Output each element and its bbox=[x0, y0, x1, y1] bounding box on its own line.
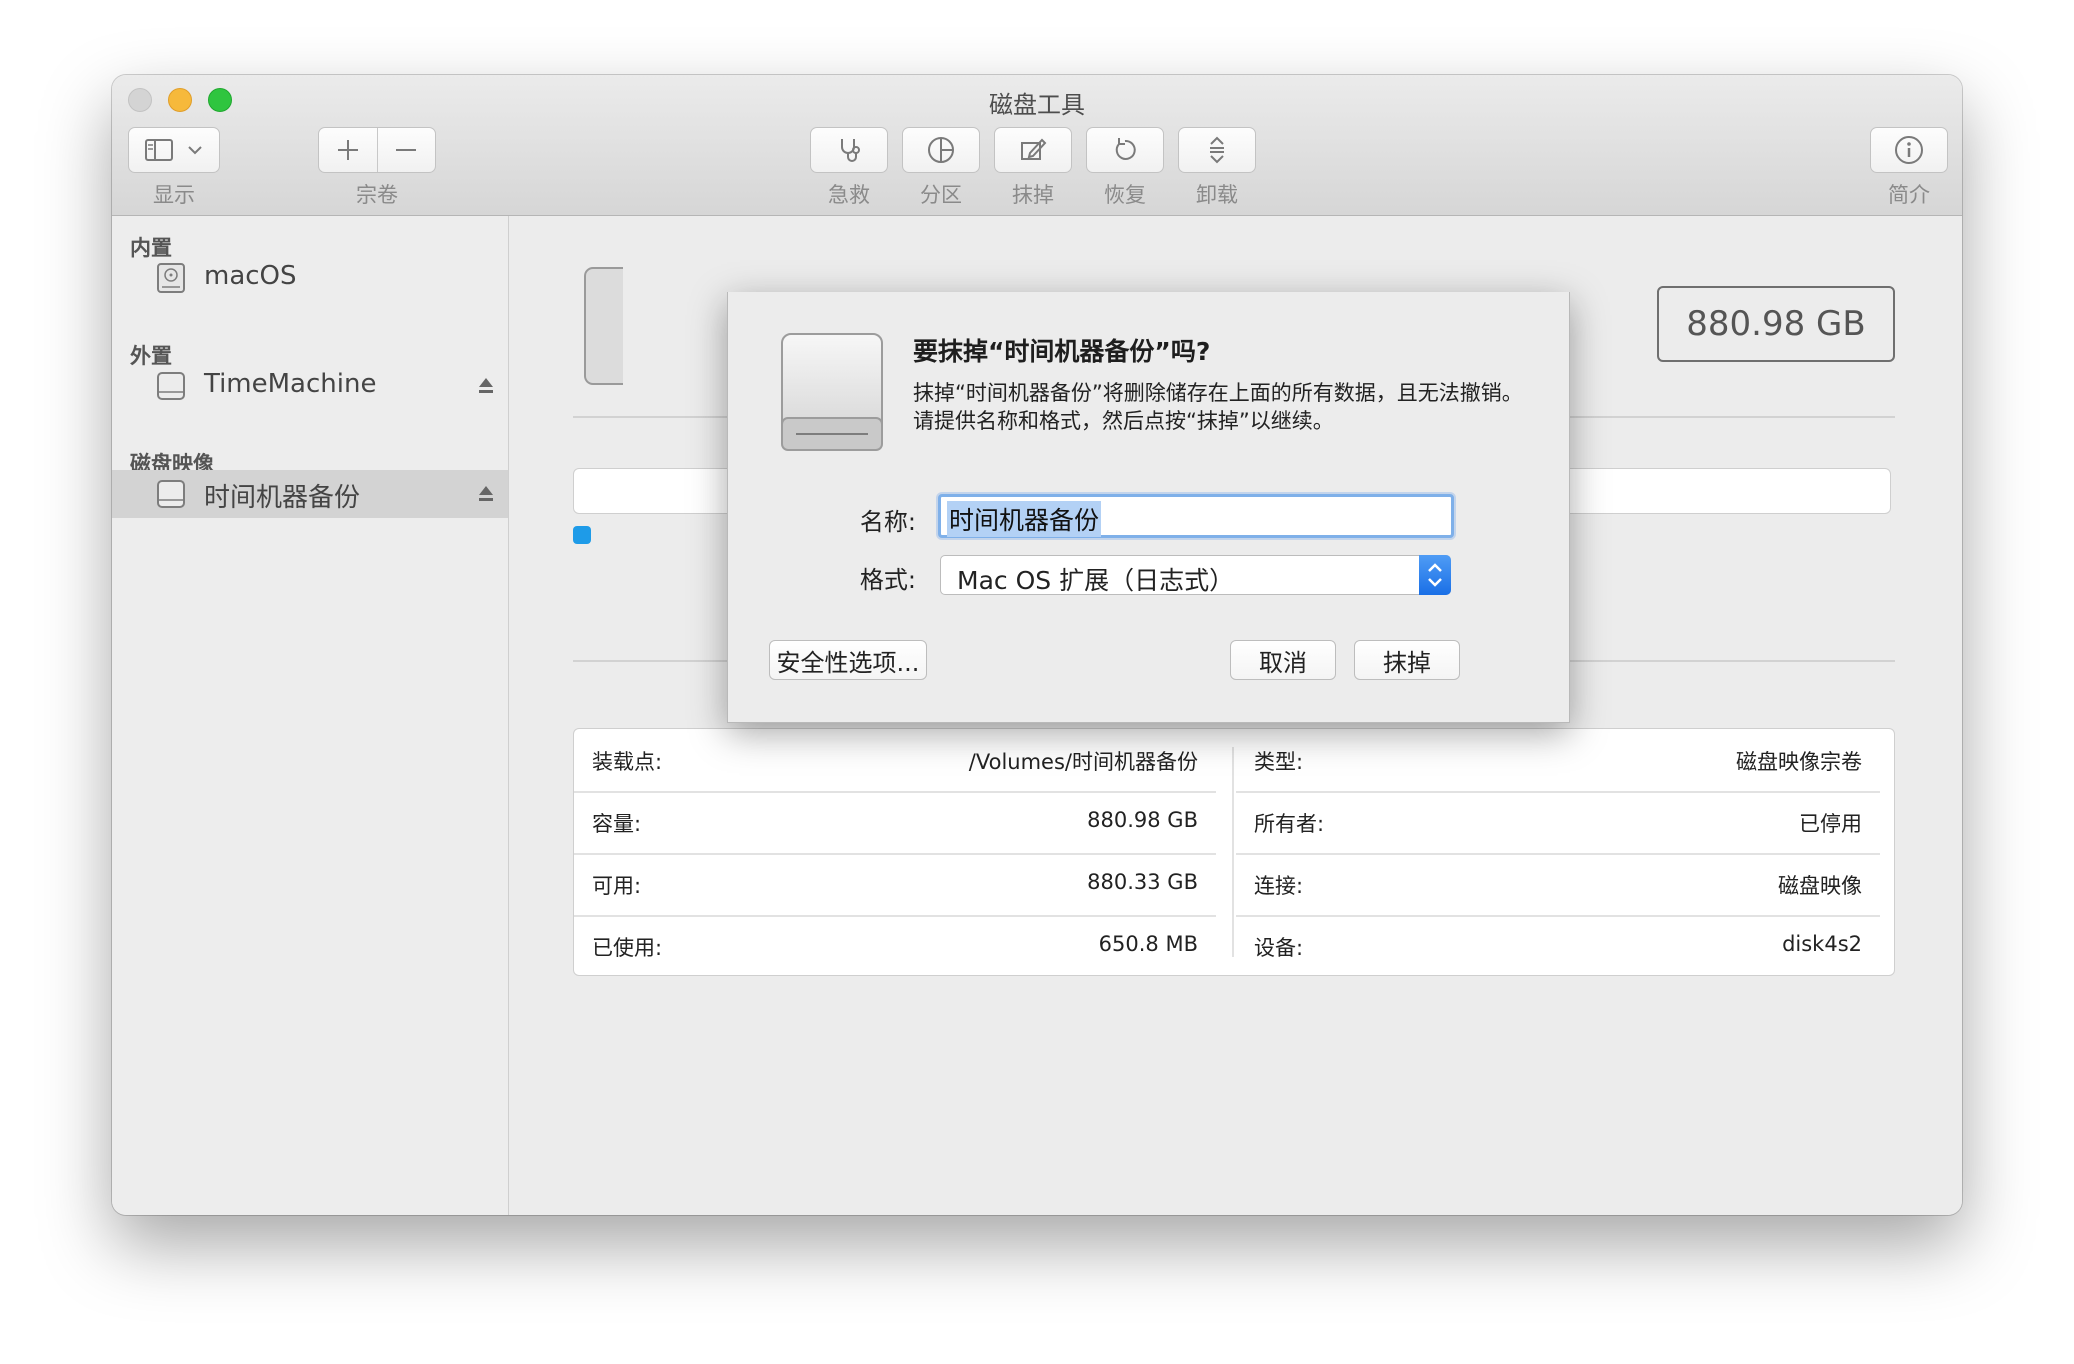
volume-large-icon bbox=[584, 267, 623, 385]
erase-label: 抹掉 bbox=[1012, 183, 1054, 207]
dialog-title: 要抹掉“时间机器备份”吗? bbox=[913, 337, 1211, 366]
external-disk-icon bbox=[157, 480, 185, 508]
sidebar: 内置 macOS 外置 TimeMachine 磁盘映像 时间机器备份 bbox=[112, 216, 509, 1215]
info-row: 设备: disk4s2 bbox=[1236, 915, 1880, 977]
remove-volume-button[interactable] bbox=[378, 128, 436, 172]
info-key: 所有者: bbox=[1254, 812, 1325, 836]
pencil-icon bbox=[1021, 138, 1047, 160]
restore-button[interactable] bbox=[1086, 127, 1164, 173]
view-button[interactable] bbox=[128, 127, 220, 173]
info-key: 类型: bbox=[1254, 750, 1304, 774]
sidebar-item-timemachine[interactable]: TimeMachine bbox=[112, 362, 508, 410]
restore-arrow-icon bbox=[1115, 138, 1136, 160]
disk-utility-window: 磁盘工具 显示 宗卷 急救 分区 抹掉 恢复 卸载 简介 内置 macOS 外置… bbox=[112, 75, 1962, 1215]
info-row: 连接: 磁盘映像 bbox=[1236, 853, 1880, 917]
info-key: 容量: bbox=[592, 812, 642, 836]
add-volume-button[interactable] bbox=[319, 128, 378, 172]
titlebar: 磁盘工具 显示 宗卷 急救 分区 抹掉 恢复 卸载 简介 bbox=[112, 75, 1962, 216]
info-key: 连接: bbox=[1254, 874, 1304, 898]
partition-label: 分区 bbox=[920, 183, 962, 207]
window-title: 磁盘工具 bbox=[989, 91, 1085, 119]
sidebar-item-macos[interactable]: macOS bbox=[112, 254, 508, 302]
cancel-button[interactable]: 取消 bbox=[1230, 640, 1336, 680]
info-value: disk4s2 bbox=[1782, 932, 1862, 956]
info-row: 已使用: 650.8 MB bbox=[574, 915, 1216, 977]
sidebar-item-label: 时间机器备份 bbox=[204, 483, 361, 513]
format-select-value: Mac OS 扩展（日志式） bbox=[957, 566, 1235, 595]
info-row: 类型: 磁盘映像宗卷 bbox=[1236, 729, 1880, 793]
view-label: 显示 bbox=[153, 183, 195, 207]
eject-icon[interactable] bbox=[478, 484, 494, 504]
first-aid-label: 急救 bbox=[828, 183, 870, 207]
eject-icon[interactable] bbox=[478, 376, 494, 396]
info-key: 可用: bbox=[592, 874, 642, 898]
format-label: 格式: bbox=[859, 566, 916, 594]
format-select[interactable]: Mac OS 扩展（日志式） bbox=[940, 555, 1451, 595]
sidebar-item-label: macOS bbox=[204, 261, 297, 291]
dialog-message: 抹掉“时间机器备份”将删除储存在上面的所有数据，且无法撤销。请提供名称和格式，然… bbox=[913, 381, 1523, 433]
info-label: 简介 bbox=[1888, 183, 1930, 207]
security-options-button[interactable]: 安全性选项... bbox=[769, 640, 927, 680]
name-field[interactable]: 时间机器备份 bbox=[938, 494, 1454, 538]
info-row: 可用: 880.33 GB bbox=[574, 853, 1216, 917]
legend-swatch bbox=[573, 526, 591, 544]
stethoscope-icon bbox=[841, 139, 860, 162]
info-value: 已停用 bbox=[1799, 812, 1862, 836]
info-row: 所有者: 已停用 bbox=[1236, 791, 1880, 855]
chevron-updown-icon bbox=[1428, 563, 1442, 587]
name-label: 名称: bbox=[859, 508, 916, 536]
capacity-box: 880.98 GB bbox=[1657, 286, 1895, 362]
first-aid-button[interactable] bbox=[810, 127, 888, 173]
info-key: 装载点: bbox=[592, 750, 663, 774]
select-stepper[interactable] bbox=[1419, 555, 1451, 595]
volume-button-group bbox=[318, 127, 436, 173]
info-button[interactable] bbox=[1870, 127, 1948, 173]
unmount-label: 卸载 bbox=[1196, 183, 1238, 207]
sidebar-item-label: TimeMachine bbox=[204, 369, 377, 399]
pie-chart-icon bbox=[928, 137, 954, 163]
sidebar-icon bbox=[145, 139, 202, 161]
sidebar-item-time-machine-backup[interactable]: 时间机器备份 bbox=[112, 470, 508, 518]
info-value: /Volumes/时间机器备份 bbox=[968, 750, 1198, 774]
info-value: 磁盘映像 bbox=[1778, 874, 1862, 898]
info-row: 装载点: /Volumes/时间机器备份 bbox=[574, 729, 1216, 793]
internal-disk-icon bbox=[157, 263, 185, 293]
info-row: 容量: 880.98 GB bbox=[574, 791, 1216, 855]
info-key: 设备: bbox=[1254, 936, 1304, 960]
erase-toolbar-button[interactable] bbox=[994, 127, 1072, 173]
info-icon bbox=[1895, 136, 1923, 164]
info-value: 880.98 GB bbox=[1087, 808, 1198, 832]
minus-icon bbox=[396, 149, 417, 151]
info-value: 磁盘映像宗卷 bbox=[1736, 750, 1862, 774]
erase-dialog: 要抹掉“时间机器备份”吗? 抹掉“时间机器备份”将删除储存在上面的所有数据，且无… bbox=[727, 292, 1570, 723]
erase-button[interactable]: 抹掉 bbox=[1354, 640, 1460, 680]
name-field-value: 时间机器备份 bbox=[947, 501, 1102, 537]
info-value: 650.8 MB bbox=[1098, 932, 1198, 956]
info-table: 装载点: /Volumes/时间机器备份 容量: 880.98 GB 可用: 8… bbox=[573, 728, 1895, 976]
unmount-icon bbox=[1210, 136, 1224, 164]
disk-icon bbox=[781, 333, 883, 451]
info-value: 880.33 GB bbox=[1087, 870, 1198, 894]
external-disk-icon bbox=[157, 372, 185, 400]
restore-label: 恢复 bbox=[1104, 183, 1146, 207]
partition-button[interactable] bbox=[902, 127, 980, 173]
column-divider bbox=[1232, 747, 1234, 957]
unmount-button[interactable] bbox=[1178, 127, 1256, 173]
info-key: 已使用: bbox=[592, 936, 663, 960]
volume-label: 宗卷 bbox=[356, 183, 398, 207]
plus-icon bbox=[337, 140, 358, 160]
